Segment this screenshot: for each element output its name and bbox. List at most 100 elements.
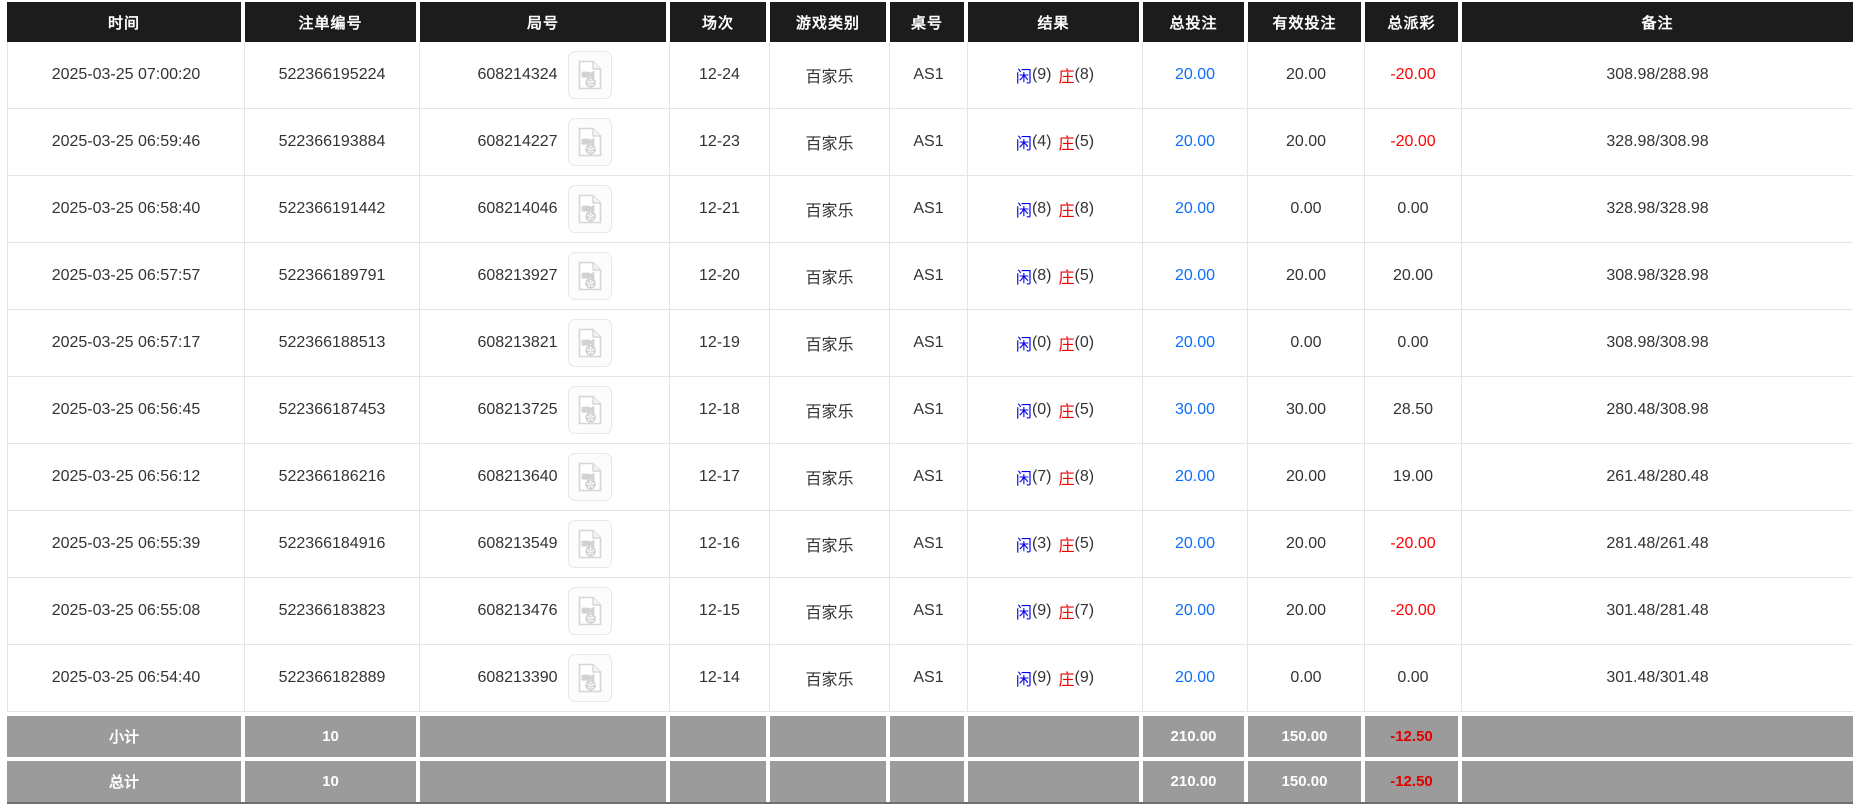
summary-valid-bet: 150.00 (1248, 761, 1365, 802)
cell-round-number: 608213725 (420, 377, 670, 443)
cell-session: 12-18 (670, 377, 770, 443)
cell-round-number: 608213640 (420, 444, 670, 510)
column-header-session: 场次 (670, 2, 770, 42)
cell-time: 2025-03-25 06:56:12 (7, 444, 245, 510)
cell-round-number: 608214227 (420, 109, 670, 175)
player-label: 闲 (1015, 337, 1032, 354)
cell-valid-bet: 0.00 (1248, 176, 1365, 242)
cell-table-number: AS1 (890, 444, 968, 510)
cell-result: 闲 (8) 庄 (5) (968, 243, 1143, 309)
cell-game-type: 百家乐 (770, 109, 890, 175)
summary-row: 总计 10 210.00 150.00 -12.50 (7, 761, 1853, 802)
table-header-row: 时间 注单编号 局号 场次 游戏类别 桌号 结果 总投注 有效投注 总派彩 备注 (7, 2, 1853, 42)
player-label: 闲 (1015, 270, 1032, 287)
cell-remark: 308.98/288.98 (1606, 66, 1709, 83)
video-replay-button[interactable] (567, 51, 612, 99)
summary-empty-cell (890, 761, 968, 802)
cell-remark: 281.48/261.48 (1606, 535, 1709, 552)
column-header-remark: 备注 (1462, 2, 1853, 42)
cell-result: 闲 (9) 庄 (9) (968, 645, 1143, 711)
banker-score: (5) (1074, 133, 1095, 150)
cell-total-payout: -20.00 (1365, 109, 1462, 175)
video-replay-button[interactable] (567, 185, 612, 233)
player-score: (9) (1031, 66, 1052, 83)
cell-result: 闲 (8) 庄 (8) (968, 176, 1143, 242)
video-replay-button[interactable] (567, 319, 612, 367)
cell-total-payout: 28.50 (1365, 377, 1462, 443)
player-label: 闲 (1015, 69, 1032, 86)
cell-remark: 301.48/301.48 (1606, 669, 1709, 686)
table-row: 2025-03-25 06:55:39 522366184916 6082135… (7, 511, 1853, 578)
summary-valid-bet: 150.00 (1248, 716, 1365, 757)
table-row: 2025-03-25 06:58:40 522366191442 6082140… (7, 176, 1853, 243)
video-replay-button[interactable] (567, 252, 612, 300)
summary-empty-cell (1462, 761, 1853, 802)
table-body: 2025-03-25 07:00:20 522366195224 6082143… (7, 42, 1853, 712)
cell-total-bet: 20.00 (1143, 578, 1248, 644)
banker-score: (8) (1074, 66, 1095, 83)
cell-table-number: AS1 (890, 511, 968, 577)
cell-result: 闲 (0) 庄 (0) (968, 310, 1143, 376)
summary-empty-cell (670, 761, 770, 802)
player-score: (0) (1031, 334, 1052, 351)
video-replay-button[interactable] (567, 386, 612, 434)
video-replay-button[interactable] (567, 654, 612, 702)
summary-label: 总计 (7, 761, 245, 802)
player-label: 闲 (1015, 538, 1032, 555)
banker-label: 庄 (1058, 69, 1075, 86)
video-file-icon (578, 261, 601, 291)
table-row: 2025-03-25 06:54:40 522366182889 6082133… (7, 645, 1853, 712)
video-replay-button[interactable] (567, 453, 612, 501)
summary-empty-cell (770, 761, 890, 802)
video-file-icon (578, 328, 601, 358)
summary-total-payout: -12.50 (1365, 716, 1462, 757)
video-replay-button[interactable] (567, 587, 612, 635)
cell-total-bet: 20.00 (1143, 243, 1248, 309)
video-replay-button[interactable] (567, 520, 612, 568)
cell-session: 12-19 (670, 310, 770, 376)
round-number: 608213640 (477, 468, 558, 485)
cell-game-type: 百家乐 (770, 645, 890, 711)
cell-game-type: 百家乐 (770, 176, 890, 242)
cell-session: 12-15 (670, 578, 770, 644)
cell-game-type: 百家乐 (770, 511, 890, 577)
cell-result: 闲 (4) 庄 (5) (968, 109, 1143, 175)
summary-empty-cell (420, 761, 670, 802)
cell-table-number: AS1 (890, 42, 968, 108)
cell-bet-number: 522366188513 (245, 310, 420, 376)
cell-remark: 308.98/328.98 (1606, 267, 1709, 284)
cell-bet-number: 522366184916 (245, 511, 420, 577)
cell-session: 12-21 (670, 176, 770, 242)
player-label: 闲 (1015, 136, 1032, 153)
cell-table-number: AS1 (890, 109, 968, 175)
cell-valid-bet: 0.00 (1248, 310, 1365, 376)
video-file-icon (578, 194, 601, 224)
cell-result: 闲 (7) 庄 (8) (968, 444, 1143, 510)
player-label: 闲 (1015, 672, 1032, 689)
column-header-total-bet: 总投注 (1143, 2, 1248, 42)
cell-remark: 328.98/308.98 (1606, 133, 1709, 150)
cell-time: 2025-03-25 06:57:17 (7, 310, 245, 376)
player-label: 闲 (1015, 203, 1032, 220)
player-score: (4) (1031, 133, 1052, 150)
table-row: 2025-03-25 06:56:45 522366187453 6082137… (7, 377, 1853, 444)
summary-empty-cell (968, 761, 1143, 802)
cell-total-bet: 20.00 (1143, 176, 1248, 242)
cell-table-number: AS1 (890, 377, 968, 443)
cell-time: 2025-03-25 06:55:39 (7, 511, 245, 577)
cell-remark: 301.48/281.48 (1606, 602, 1709, 619)
video-replay-button[interactable] (567, 118, 612, 166)
cell-table-number: AS1 (890, 578, 968, 644)
round-number: 608213390 (477, 669, 558, 686)
banker-score: (8) (1074, 468, 1095, 485)
table-row: 2025-03-25 06:59:46 522366193884 6082142… (7, 109, 1853, 176)
cell-total-bet: 20.00 (1143, 444, 1248, 510)
banker-label: 庄 (1058, 404, 1075, 421)
banker-label: 庄 (1058, 136, 1075, 153)
table-row: 2025-03-25 06:57:57 522366189791 6082139… (7, 243, 1853, 310)
column-header-total-payout: 总派彩 (1365, 2, 1462, 42)
cell-valid-bet: 20.00 (1248, 578, 1365, 644)
cell-total-bet: 30.00 (1143, 377, 1248, 443)
cell-total-bet: 20.00 (1143, 42, 1248, 108)
summary-empty-cell (670, 716, 770, 757)
